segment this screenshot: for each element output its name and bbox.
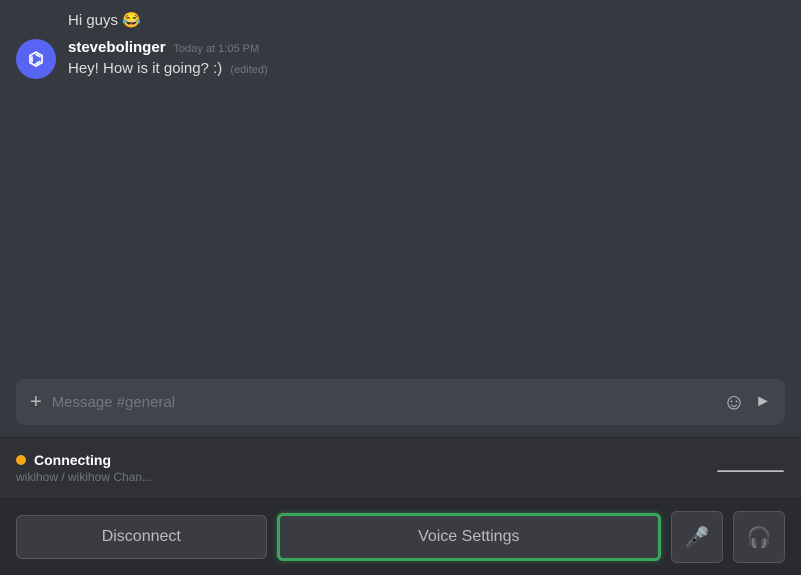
- message-body-2: Hey! How is it going? :): [68, 60, 222, 77]
- message-input-placeholder[interactable]: Message #general: [52, 394, 713, 411]
- voice-settings-button[interactable]: Voice Settings: [277, 513, 661, 561]
- discord-logo-icon: ⌬: [28, 49, 44, 70]
- voice-bar: Connecting wikihow / wikihow Chan... ⸻: [0, 437, 801, 498]
- message-text-1: Hi guys 😂: [68, 10, 785, 31]
- voice-status: Connecting wikihow / wikihow Chan...: [16, 452, 152, 484]
- add-attachment-button[interactable]: +: [30, 391, 42, 414]
- username-2: stevebolinger: [68, 39, 166, 56]
- deafen-button[interactable]: 🎧: [733, 511, 785, 563]
- disconnect-button[interactable]: Disconnect: [16, 515, 267, 559]
- headphone-icon: 🎧: [747, 525, 772, 550]
- message-header-2: stevebolinger Today at 1:05 PM: [68, 39, 268, 56]
- app-container: Hi guys 😂 ⌬ stevebolinger Today at 1:05 …: [0, 0, 801, 575]
- mute-button[interactable]: 🎤: [671, 511, 723, 563]
- action-bar: Disconnect Voice Settings 🎤 🎧: [0, 498, 801, 575]
- loading-spinner-icon: ⸻: [716, 448, 785, 488]
- send-button[interactable]: ►: [755, 393, 771, 411]
- emoji-button[interactable]: ☺: [723, 389, 745, 415]
- connecting-dot-icon: [16, 455, 26, 465]
- input-area: + Message #general ☺ ►: [0, 379, 801, 437]
- message-text-2: Hey! How is it going? :) (edited): [68, 58, 268, 79]
- message-input-box: + Message #general ☺ ►: [16, 379, 785, 425]
- message-row-1: Hi guys 😂: [16, 10, 785, 31]
- timestamp-2: Today at 1:05 PM: [174, 43, 260, 55]
- avatar-stevebolinger: ⌬: [16, 39, 56, 79]
- edited-tag: (edited): [230, 64, 267, 76]
- message-content-2: stevebolinger Today at 1:05 PM Hey! How …: [68, 39, 268, 79]
- chat-area: Hi guys 😂 ⌬ stevebolinger Today at 1:05 …: [0, 0, 801, 379]
- voice-status-row: Connecting: [16, 452, 152, 468]
- message-row-2: ⌬ stevebolinger Today at 1:05 PM Hey! Ho…: [16, 39, 785, 79]
- mic-icon: 🎤: [685, 525, 710, 550]
- connecting-text: Connecting: [34, 452, 111, 468]
- voice-channel-text: wikihow / wikihow Chan...: [16, 470, 152, 484]
